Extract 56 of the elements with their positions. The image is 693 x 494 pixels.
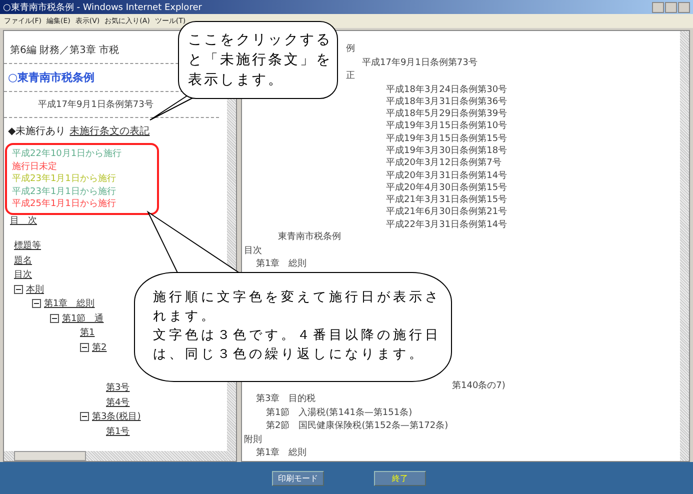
tree-link[interactable]: 目次 <box>14 268 32 282</box>
enforcement-date: 施行日未定 <box>12 160 58 173</box>
enforcement-date: 平成25年1月1日から施行 <box>12 198 117 210</box>
tree-link[interactable]: 第4号 <box>106 396 130 409</box>
document-line: 第1節 入湯税(第141条—第151条) <box>266 406 412 420</box>
tree-link[interactable]: 第1 <box>80 326 95 340</box>
tree-link[interactable]: 第1号 <box>106 424 130 438</box>
document-line: 正 <box>346 70 355 83</box>
tree-link[interactable]: 第3号 <box>106 381 130 394</box>
collapse-icon[interactable] <box>80 412 89 422</box>
document-line: 例 <box>346 43 355 56</box>
notice-text: ◆未施行あり <box>8 124 66 138</box>
collapse-icon[interactable] <box>32 299 41 308</box>
document-line: 平成19年3月15日条例第10号 <box>386 120 508 133</box>
tree-link[interactable]: 題名 <box>14 254 32 267</box>
document-line: 平成18年3月31日条例第36号 <box>386 96 508 108</box>
enforcement-date: 平成23年1月1日から施行 <box>12 173 117 186</box>
document-line: 平成18年5月29日条例第39号 <box>386 108 508 120</box>
document-line: 第1章 総則 <box>256 447 307 460</box>
enforcement-date: 平成23年1月1日から施行 <box>12 186 117 198</box>
document-line: 平成21年3月31日条例第15号 <box>386 194 508 206</box>
document-line: 平成19年3月15日条例第15号 <box>386 132 508 145</box>
collapse-icon[interactable] <box>50 314 59 323</box>
tree-link[interactable]: 本則 <box>26 282 44 296</box>
enforcement-date: 平成22年10月1日から施行 <box>12 148 123 160</box>
toc-heading: 目 次 <box>9 214 38 226</box>
document-line: 第1章 総則 <box>256 258 307 272</box>
tree-link[interactable]: 第2 <box>92 340 107 354</box>
horizontal-scrollbar[interactable] <box>4 451 227 461</box>
vertical-scrollbar[interactable] <box>680 31 689 461</box>
unenforced-link[interactable]: 未施行条文の表記 <box>70 124 150 138</box>
document-line: 第3章 目的税 <box>256 393 316 406</box>
document-line: 第140条の7) <box>452 380 506 393</box>
tree-link[interactable]: 第1節 通 <box>62 312 104 325</box>
footer-button[interactable]: 終了 <box>374 470 426 486</box>
document-line: 平成22年3月31日条例第14号 <box>386 218 508 232</box>
document-line: 平成20年3月31日条例第14号 <box>386 170 508 182</box>
document-line: 平成18年3月24日条例第30号 <box>386 84 508 96</box>
tree-link[interactable]: 第3条(税目) <box>92 410 141 424</box>
document-line: 東青南市税条例 <box>278 231 341 244</box>
document-line: 平成17年9月1日条例第73号 <box>362 56 478 70</box>
document-line: 平成20年4月30日条例第15号 <box>386 182 508 194</box>
collapse-icon[interactable] <box>80 342 89 352</box>
tree-link[interactable]: 標題等 <box>14 239 41 252</box>
callout-text: 施行順に文字色を変えて施行日が表示されます。 <box>153 289 442 326</box>
document-line: 平成21年6月30日条例第21号 <box>386 206 508 219</box>
callout-text: 文字色は３色です。４番目以降の施行日は、同じ３色の繰り返しになります。 <box>153 327 442 364</box>
window-title: ○東青南市税条例 - Windows Internet Explorer <box>3 2 202 14</box>
document-line: 平成20年3月12日条例第7号 <box>386 157 502 170</box>
document-line: 目次 <box>244 244 262 258</box>
document-line: 附則 <box>244 434 262 447</box>
tree-link[interactable]: 第1章 総則 <box>44 297 95 310</box>
collapse-icon[interactable] <box>14 284 23 294</box>
document-line: 第2節 国民健康保険税(第152条—第172条) <box>266 420 448 434</box>
footer-button[interactable]: 印刷モード <box>272 470 324 486</box>
document-line: 平成19年3月30日条例第18号 <box>386 144 508 158</box>
